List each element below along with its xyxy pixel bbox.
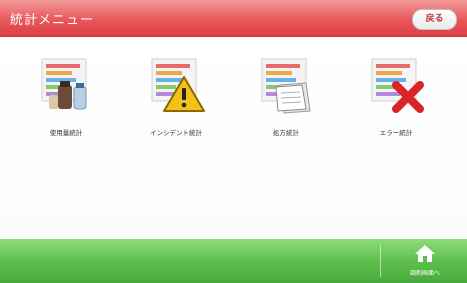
menu-item-incident-stats[interactable]: インシデント統計 (130, 55, 222, 137)
chart-documents-icon (261, 58, 311, 114)
chart-error-icon (371, 58, 424, 113)
menu-area: 使用量統計 インシデント統計 処方統計 エラー統計 (0, 37, 467, 239)
chart-warning-icon (151, 58, 205, 112)
home-button-label: 調剤画面へ (409, 270, 440, 277)
back-button[interactable]: 戻る (412, 9, 457, 30)
menu-item-usage-stats[interactable]: 使用量統計 (20, 55, 112, 137)
menu-item-label: 使用量統計 (49, 129, 83, 137)
chart-bottles-icon (41, 58, 87, 110)
menu-item-prescription-stats[interactable]: 処方統計 (240, 55, 332, 137)
page-title: 統計メニュー (10, 13, 95, 28)
home-button[interactable]: 調剤画面へ (395, 243, 455, 279)
header-bar: 統計メニュー 戻る (0, 0, 467, 37)
menu-item-error-stats[interactable]: エラー統計 (350, 55, 442, 137)
home-icon (415, 245, 435, 262)
footer-bar: 調剤画面へ (0, 239, 467, 283)
footer-divider (380, 245, 381, 277)
menu-item-label: インシデント統計 (150, 129, 202, 137)
menu-item-label: 処方統計 (273, 129, 299, 137)
menu-item-label: エラー統計 (379, 129, 413, 137)
